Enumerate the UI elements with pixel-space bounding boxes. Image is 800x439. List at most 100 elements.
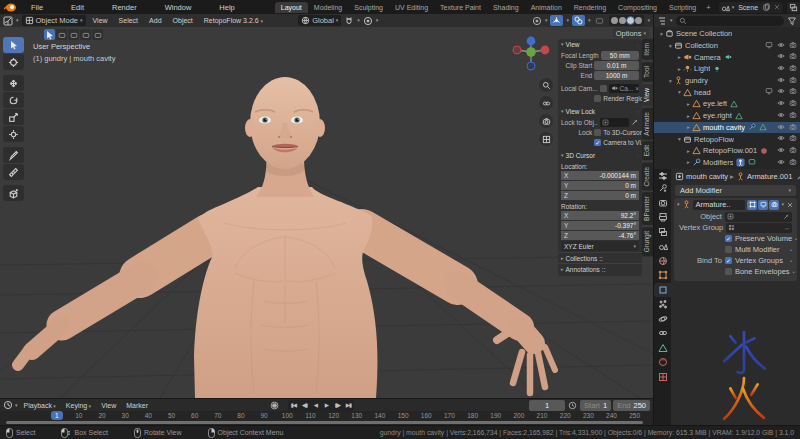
workspace-tab-animation[interactable]: Animation xyxy=(525,2,568,13)
outliner-row-camera[interactable]: ▸Camera xyxy=(654,51,800,63)
workspace-tab-sculpting[interactable]: Sculpting xyxy=(348,2,389,13)
properties-tab-scene[interactable] xyxy=(654,239,671,254)
field-focal-length[interactable]: 50 mm xyxy=(601,51,639,60)
disable-render-icon[interactable] xyxy=(789,111,797,119)
checkbox-to-3d-cursor[interactable] xyxy=(594,129,601,136)
exclude-icon[interactable] xyxy=(765,41,773,49)
outliner-row-collection[interactable]: ▾Collection xyxy=(654,40,800,52)
menu-render[interactable]: Render xyxy=(98,2,151,13)
outliner-row-modifiers[interactable]: ▸Modifiers xyxy=(654,157,800,169)
checkbox-camera-to-vi-[interactable]: ✓ xyxy=(594,139,601,146)
npanel-tab-bpainter[interactable]: BPainter xyxy=(642,192,653,225)
properties-tab-object[interactable] xyxy=(654,268,671,283)
menu-edit[interactable]: Edit xyxy=(57,2,98,13)
select-mode-option-1[interactable] xyxy=(56,29,67,40)
workspace-tab-compositing[interactable]: Compositing xyxy=(612,2,663,13)
proportional-edit-icon[interactable] xyxy=(363,16,373,26)
outliner-row-light[interactable]: ▸Light xyxy=(654,63,800,75)
properties-tab-data[interactable] xyxy=(654,341,671,356)
nav-camera-view-button[interactable] xyxy=(539,114,553,128)
frame-start-field[interactable]: Start1 xyxy=(580,400,611,411)
local-camera-checkbox[interactable] xyxy=(600,85,607,92)
tool-annotate[interactable] xyxy=(3,147,24,163)
properties-tab-modifiers[interactable] xyxy=(654,283,671,298)
properties-tab-texture[interactable] xyxy=(654,370,671,385)
jump-start-button[interactable]: ▮◀ xyxy=(288,400,299,411)
frame-end-field[interactable]: End250 xyxy=(613,400,650,411)
disable-render-icon[interactable] xyxy=(789,52,797,60)
current-frame-field[interactable]: 1 xyxy=(529,400,565,411)
hide-eye-icon[interactable] xyxy=(777,76,785,84)
tool-cursor[interactable] xyxy=(3,54,24,70)
axis-field[interactable]: Z0 m xyxy=(561,191,639,200)
outliner-row-mouth-cavity[interactable]: ▸mouth cavity xyxy=(654,122,800,134)
local-camera-field[interactable]: Ca...× xyxy=(609,84,640,93)
shading-solid[interactable] xyxy=(619,17,626,24)
outliner-row-eye-left[interactable]: ▸eye.left xyxy=(654,98,800,110)
workspace-tab-shading[interactable]: Shading xyxy=(487,2,525,13)
outliner-row-retopoflow-001[interactable]: ▸RetopoFlow.001 xyxy=(654,145,800,157)
properties-tab-output[interactable] xyxy=(654,210,671,225)
editor-type-icon[interactable] xyxy=(3,16,13,26)
hide-eye-icon[interactable] xyxy=(777,52,785,60)
navigation-gizmo[interactable] xyxy=(511,35,551,77)
axis-field[interactable]: X92.2° xyxy=(561,211,639,220)
hide-eye-icon[interactable] xyxy=(777,87,785,95)
modifier-name-field[interactable]: Armature.. xyxy=(693,200,746,210)
properties-tab-material[interactable] xyxy=(654,355,671,370)
npanel-section-3d-cursor[interactable]: ▾3D Cursor:: xyxy=(558,150,642,161)
jump-end-button[interactable]: ▶▮ xyxy=(343,400,354,411)
workspace-tab-texture-paint[interactable]: Texture Paint xyxy=(434,2,487,13)
auto-key-button[interactable] xyxy=(269,400,280,411)
play-reverse-button[interactable]: ◀ xyxy=(310,400,321,411)
disable-render-icon[interactable] xyxy=(789,99,797,107)
toggle-edit-mode[interactable] xyxy=(747,200,757,210)
tool-add-cube[interactable] xyxy=(3,185,24,201)
nav-zoom-button[interactable] xyxy=(539,78,553,92)
menu-window[interactable]: Window xyxy=(151,2,206,13)
viewport-menu-add[interactable]: Add xyxy=(145,17,165,24)
properties-tab-viewlayer[interactable] xyxy=(654,225,671,240)
outliner-row-gundry[interactable]: ▾gundry xyxy=(654,75,800,87)
view-layer-selector[interactable]: ▾View Layer xyxy=(787,2,800,13)
properties-tab-world[interactable] xyxy=(654,254,671,269)
tool-measure[interactable] xyxy=(3,164,24,180)
toggle-realtime[interactable] xyxy=(758,200,768,210)
npanel-tab-item[interactable]: Item xyxy=(642,39,653,60)
retopoflow-menu[interactable]: RetopoFlow 3.2.6 ▾ xyxy=(200,17,267,24)
hide-eye-icon[interactable] xyxy=(777,123,785,131)
menu-file[interactable]: File xyxy=(17,2,57,13)
shading-wireframe[interactable] xyxy=(611,17,618,24)
outliner-editor-icon[interactable] xyxy=(657,16,667,26)
scene-unlink-icon[interactable] xyxy=(773,3,781,11)
select-mode-option-3[interactable] xyxy=(80,29,91,40)
options-button[interactable]: Options▾ xyxy=(613,28,649,38)
npanel-tab-tool[interactable]: Tool xyxy=(642,62,653,82)
npanel-section-collections[interactable]: ▸Collections:: xyxy=(558,252,642,263)
lock-object-field[interactable] xyxy=(600,118,630,127)
disable-render-icon[interactable] xyxy=(789,76,797,84)
tool-scale[interactable] xyxy=(3,109,24,125)
play-button[interactable]: ▶ xyxy=(321,400,332,411)
npanel-tab-create[interactable]: Create xyxy=(642,163,653,191)
modifier-object-field[interactable] xyxy=(725,212,792,222)
hide-eye-icon[interactable] xyxy=(777,134,785,142)
npanel-tab-edit[interactable]: Edit xyxy=(642,141,653,160)
scene-selector[interactable]: ▾Scene xyxy=(719,2,783,13)
viewport-menu-object[interactable]: Object xyxy=(169,17,197,24)
workspace-tab-rendering[interactable]: Rendering xyxy=(568,2,612,13)
axis-field[interactable]: Z-4.76° xyxy=(561,231,639,240)
axis-field[interactable]: X-0.000144 m xyxy=(561,171,639,180)
timeline-menu-marker[interactable]: Marker xyxy=(122,402,152,409)
show-gizmo-toggle[interactable] xyxy=(550,15,563,26)
properties-tab-constraints[interactable] xyxy=(654,326,671,341)
modifier-close-icon[interactable] xyxy=(786,201,794,209)
toggle-render[interactable] xyxy=(769,200,779,210)
blender-logo[interactable] xyxy=(4,3,17,12)
timeline-menu-view[interactable]: View xyxy=(97,402,120,409)
use-preview-range-icon[interactable] xyxy=(567,400,578,411)
hide-eye-icon[interactable] xyxy=(777,111,785,119)
viewport-menu-select[interactable]: Select xyxy=(115,17,142,24)
modifier-vertex-group-field[interactable]: ↔ xyxy=(726,223,792,233)
current-frame-indicator[interactable]: 1 xyxy=(51,411,63,420)
